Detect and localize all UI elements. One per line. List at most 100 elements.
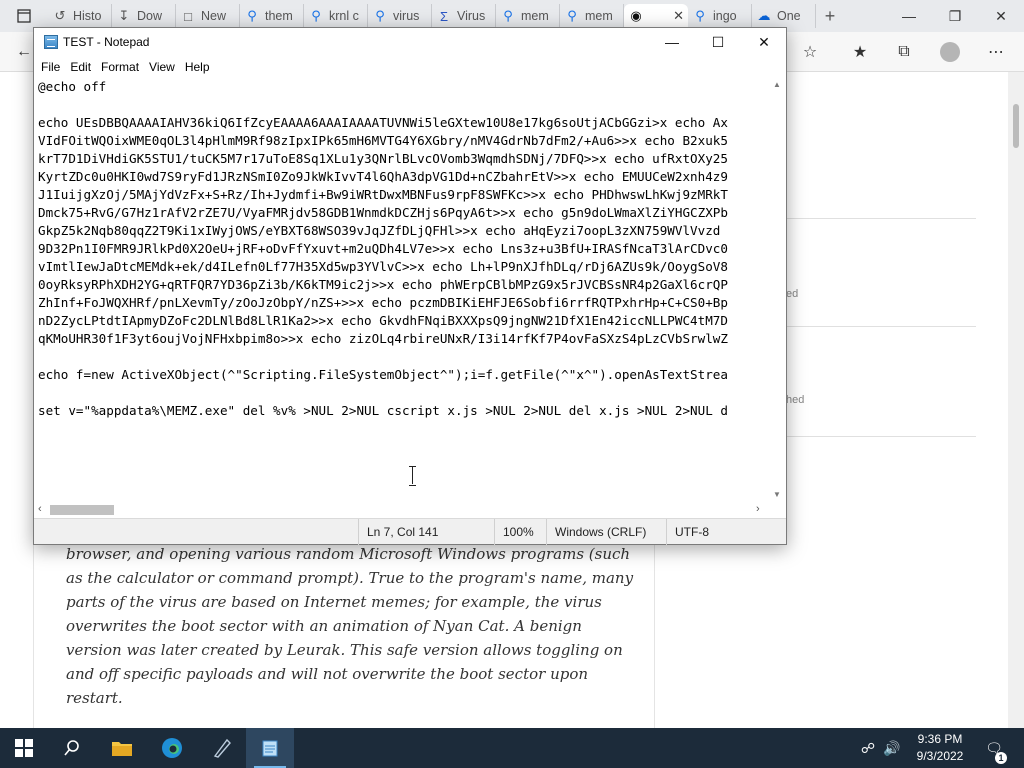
close-tab-icon[interactable]: ✕ <box>673 8 684 24</box>
notepad-text-line: set v="%appdata%\MEMZ.exe" del %v% >NUL … <box>38 403 728 418</box>
search-icon: ⚲ <box>503 8 513 23</box>
search-icon: ⚲ <box>567 8 577 23</box>
scroll-right-arrow-icon[interactable]: › <box>756 503 760 515</box>
download-icon: ↧ <box>118 8 130 23</box>
status-encoding: UTF-8 <box>666 519 786 545</box>
notepad-vertical-scrollbar[interactable]: ▲ ▼ <box>770 78 786 502</box>
menu-help[interactable]: Help <box>180 60 215 74</box>
clock-time: 9:36 PM <box>917 732 963 746</box>
browser-tab[interactable]: ⚲ them <box>240 4 304 28</box>
new-tab-icon: □ <box>184 8 192 24</box>
browser-tab-label: Virus <box>457 9 486 23</box>
browser-minimize-button[interactable]: — <box>886 0 932 32</box>
notepad-text-line: GkpZ5k2Nqb80qqZ2T9Ki1xIWyjOWS/eYBXT68WSO… <box>38 223 721 238</box>
browser-tab-label: Dow <box>137 9 163 23</box>
network-icon[interactable]: ☍ <box>856 728 880 768</box>
browser-tab-label: virus <box>393 9 420 23</box>
browser-tab[interactable]: ⚲ mem <box>560 4 624 28</box>
status-zoom: 100% <box>494 519 546 545</box>
notepad-text-line: nD2ZycLPtdtIApmyDZoFc2DLNlBd8LlR1Ka2>>x … <box>38 313 728 328</box>
notepad-text-line: KyrtZDc0u0HKI0wd7S9ryFd1JRzNSmI0Zo9JkWkI… <box>38 169 728 184</box>
file-explorer-icon[interactable] <box>98 728 146 768</box>
sidebar-text: ed <box>786 288 799 300</box>
windows-taskbar: ☍ 🔊 9:36 PM 9/3/2022 🗨 <box>0 728 1024 768</box>
browser-tab-label: One <box>777 9 801 23</box>
notepad-maximize-button[interactable]: ☐ <box>695 28 741 56</box>
tab-actions-icon[interactable] <box>10 2 38 30</box>
browser-restore-button[interactable]: ❐ <box>932 0 978 32</box>
notepad-menu-bar: File Edit Format View Help <box>34 56 786 78</box>
menu-file[interactable]: File <box>36 60 65 74</box>
notepad-text-line: echo f=new ActiveXObject(^"Scripting.Fil… <box>38 367 728 382</box>
search-icon: ⚲ <box>375 8 385 23</box>
sidebar-divider <box>760 436 976 437</box>
notepad-title-bar[interactable]: TEST - Notepad — ☐ ✕ <box>34 28 786 56</box>
notepad-horizontal-scrollbar[interactable]: ‹ › <box>34 502 770 518</box>
browser-tab-label: them <box>265 9 293 23</box>
search-icon: ⚲ <box>311 8 321 23</box>
favorites-icon[interactable]: ★ <box>846 38 874 66</box>
more-options-icon[interactable]: ⋯ <box>982 38 1010 66</box>
search-icon: ⚲ <box>247 8 257 23</box>
notepad-text-area[interactable]: @echo off echo UEsDBBQAAAAIAHV36kiQ6IfZcy… <box>34 78 770 502</box>
notepad-text-line: Dmck75+RvG/G7Hz1rAfV2rZE7U/VyaFMRjdv58GD… <box>38 205 728 220</box>
taskbar-clock[interactable]: 9:36 PM 9/3/2022 <box>900 731 980 765</box>
browser-close-button[interactable]: ✕ <box>978 0 1024 32</box>
notepad-taskbar-icon[interactable] <box>246 728 294 768</box>
browser-tab[interactable]: ↺ Histo <box>48 4 112 28</box>
history-icon: ↺ <box>54 8 66 23</box>
start-button[interactable] <box>0 728 48 768</box>
notepad-minimize-button[interactable]: — <box>649 28 695 56</box>
new-tab-button[interactable]: + <box>816 4 844 28</box>
browser-tab[interactable]: ↧ Dow <box>112 4 176 28</box>
browser-tab-label: Histo <box>73 9 102 23</box>
github-icon: ◉ <box>630 8 642 23</box>
search-icon: ⚲ <box>695 8 705 23</box>
browser-tab[interactable]: □ New <box>176 4 240 28</box>
notepad-status-bar: Ln 7, Col 141 100% Windows (CRLF) UTF-8 <box>34 518 786 545</box>
sidebar-text: hed <box>786 394 805 406</box>
browser-tab[interactable]: ◉ ✕ <box>624 4 688 28</box>
notepad-icon <box>44 35 58 49</box>
browser-tab[interactable]: ⚲ ingo <box>688 4 752 28</box>
notepad-text-line <box>38 384 770 402</box>
collections-icon[interactable]: ⧉ <box>890 38 918 66</box>
clock-date: 9/3/2022 <box>916 749 964 763</box>
scroll-left-arrow-icon[interactable]: ‹ <box>38 503 42 515</box>
edge-browser-icon[interactable] <box>148 728 196 768</box>
browser-tab[interactable]: ⚲ virus <box>368 4 432 28</box>
notepad-text-line: vImtlIewJaDtcMEMdk+ek/d4ILefn0Lf77H35Xd5… <box>38 259 728 274</box>
sigma-icon: Σ <box>439 8 449 24</box>
scroll-down-arrow-icon[interactable]: ▼ <box>773 490 781 499</box>
notepad-text-line: J1IuijgXzOj/5MAjYdVzFx+S+Rz/Ih+Jydmfi+Bw… <box>38 187 728 202</box>
notepad-text-line: @echo off <box>38 79 107 94</box>
browser-tab[interactable]: ☁ One <box>752 4 816 28</box>
sidebar-divider <box>760 218 976 219</box>
mouse-ibeam-cursor <box>408 466 417 486</box>
notepad-close-button[interactable]: ✕ <box>741 28 787 56</box>
browser-tab[interactable]: ⚲ mem <box>496 4 560 28</box>
profile-avatar-icon[interactable] <box>936 38 964 66</box>
paint-app-icon[interactable] <box>198 728 246 768</box>
menu-format[interactable]: Format <box>96 60 144 74</box>
browser-tab-label: mem <box>585 9 613 23</box>
browser-tab[interactable]: ⚲ krnl c <box>304 4 368 28</box>
browser-tab[interactable]: Σ Virus <box>432 4 496 28</box>
page-scrollbar[interactable] <box>1008 72 1024 728</box>
page-scrollbar-thumb[interactable] <box>1013 104 1019 148</box>
status-cursor-position: Ln 7, Col 141 <box>358 519 494 545</box>
scroll-up-arrow-icon[interactable]: ▲ <box>773 80 781 89</box>
notepad-text-line: krT7D1DiVHdiGK5STU1/tuCK5M7r17uToE8Sq1XL… <box>38 151 728 166</box>
menu-view[interactable]: View <box>144 60 180 74</box>
browser-tab-label: mem <box>521 9 549 23</box>
notepad-text-line: ZhInf+FoJWQXHRf/pnLXevmTy/zOoJzObpY/nZS+… <box>38 295 728 310</box>
add-favorite-icon[interactable]: ☆ <box>796 38 824 66</box>
notepad-title: TEST - Notepad <box>63 35 150 49</box>
search-icon[interactable] <box>48 728 96 768</box>
notepad-text-line <box>38 96 770 114</box>
sidebar-divider <box>760 326 976 327</box>
menu-edit[interactable]: Edit <box>65 60 96 74</box>
notepad-text-line: VIdFOitWQOixWME0qOL3l4pHlmM9Rf98zIpxIPk6… <box>38 133 728 148</box>
horizontal-scrollbar-thumb[interactable] <box>50 505 114 515</box>
notepad-text-line: echo UEsDBBQAAAAIAHV36kiQ6IfZcyEAAAA6AAA… <box>38 115 728 130</box>
